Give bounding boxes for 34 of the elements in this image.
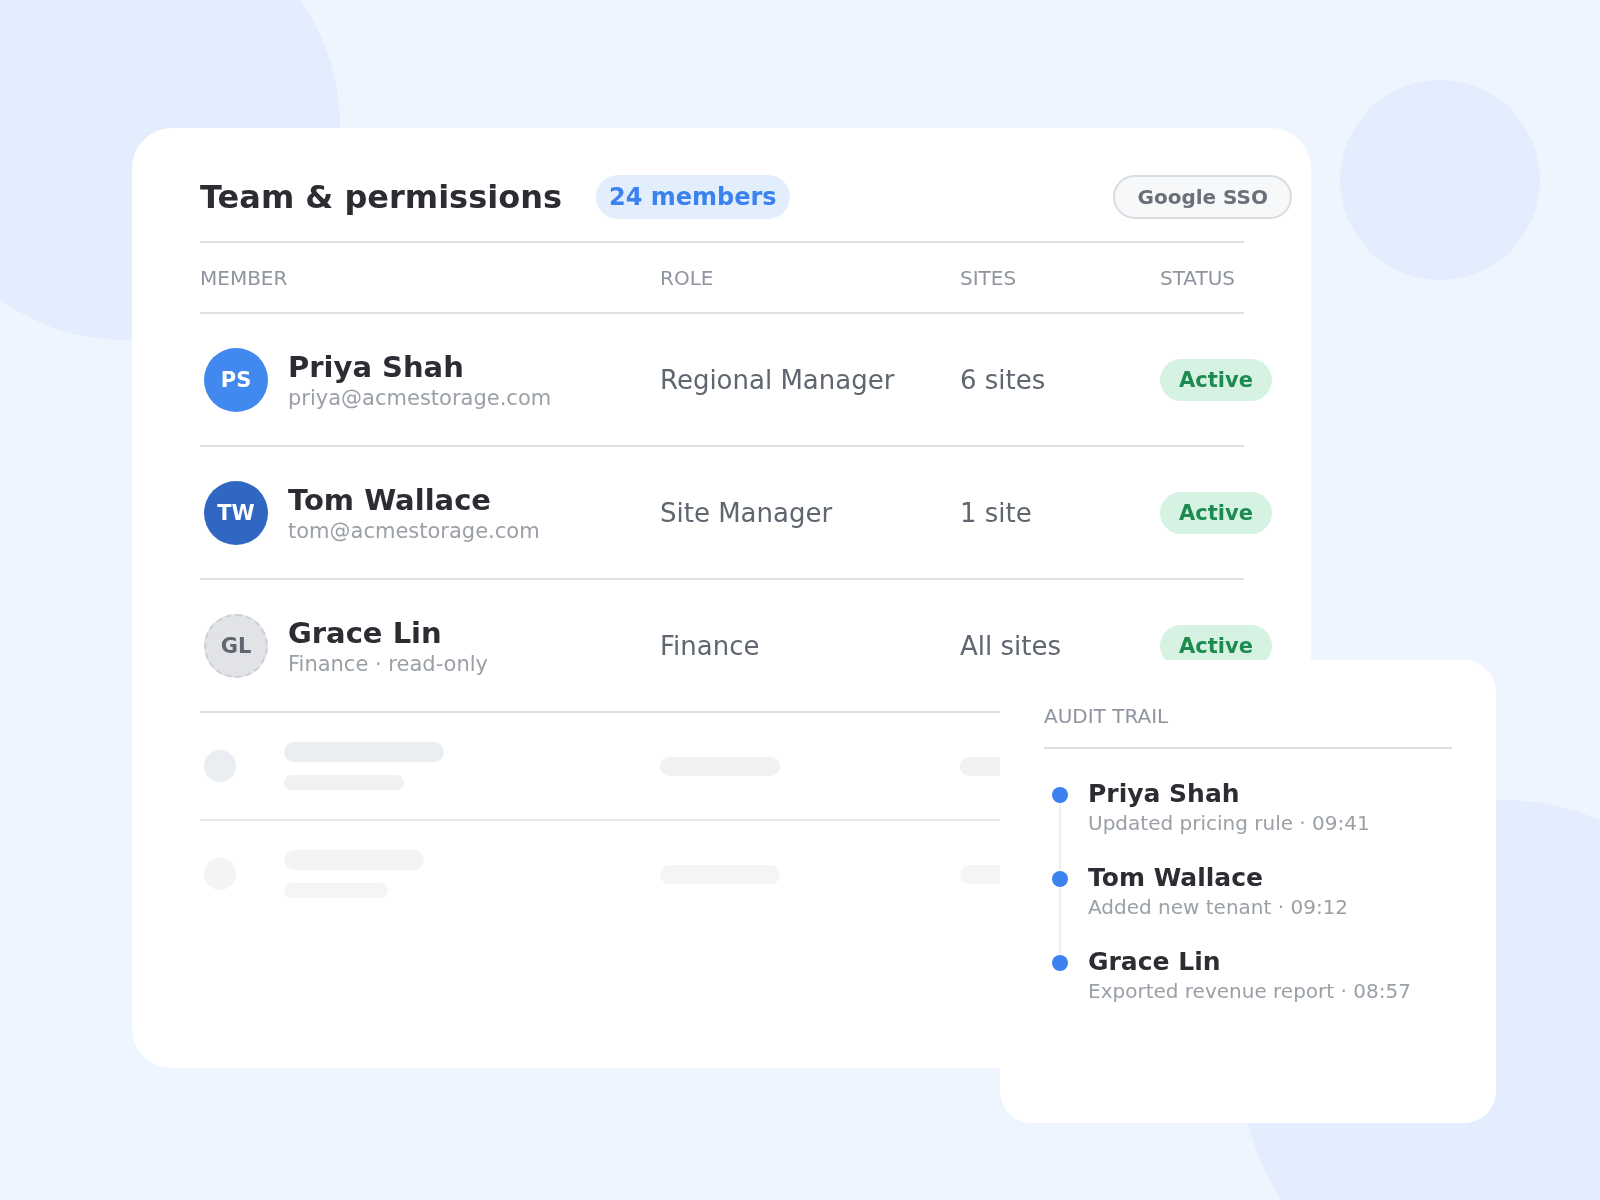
sites-text: All sites xyxy=(960,630,1062,661)
member-detail: priya@acmestorage.com xyxy=(288,385,552,410)
timeline-dot xyxy=(1052,955,1068,971)
column-header: STATUS xyxy=(1160,265,1237,290)
avatar: GL xyxy=(204,613,268,678)
card-title: Team & permissions xyxy=(200,178,562,216)
column-header: ROLE xyxy=(660,265,715,290)
avatar: TW xyxy=(204,480,268,545)
entry-name: Tom Wallace xyxy=(1088,863,1264,893)
entry-detail: Updated pricing rule · 09:41 xyxy=(1088,811,1370,835)
role-text: Site Manager xyxy=(660,497,834,528)
role-text: Finance xyxy=(660,630,761,661)
entry-detail: Added new tenant · 09:12 xyxy=(1088,895,1349,919)
sso-badge: Google SSO xyxy=(1113,175,1292,219)
entry-detail: Exported revenue report · 08:57 xyxy=(1088,979,1411,1003)
status-badge: Active xyxy=(1160,491,1272,534)
member-detail: tom@acmestorage.com xyxy=(288,518,540,543)
entry-name: Grace Lin xyxy=(1088,947,1222,977)
member-detail: Finance · read-only xyxy=(288,651,489,676)
avatar: PS xyxy=(204,347,268,412)
member-name: Grace Lin xyxy=(288,615,443,650)
timeline-dot xyxy=(1052,871,1068,887)
status-badge: Active xyxy=(1160,358,1272,401)
column-header: SITES xyxy=(960,265,1018,290)
sites-text: 6 sites xyxy=(960,364,1047,395)
member-name: Priya Shah xyxy=(288,349,465,384)
panel-title: AUDIT TRAIL xyxy=(1044,704,1452,749)
sites-text: 1 site xyxy=(960,497,1033,528)
role-text: Regional Manager xyxy=(660,364,896,395)
timeline-dot xyxy=(1052,787,1068,803)
column-header: MEMBER xyxy=(200,265,289,290)
entry-name: Priya Shah xyxy=(1088,779,1241,809)
member-count-badge: 24 members xyxy=(596,175,790,219)
member-name: Tom Wallace xyxy=(288,482,492,517)
